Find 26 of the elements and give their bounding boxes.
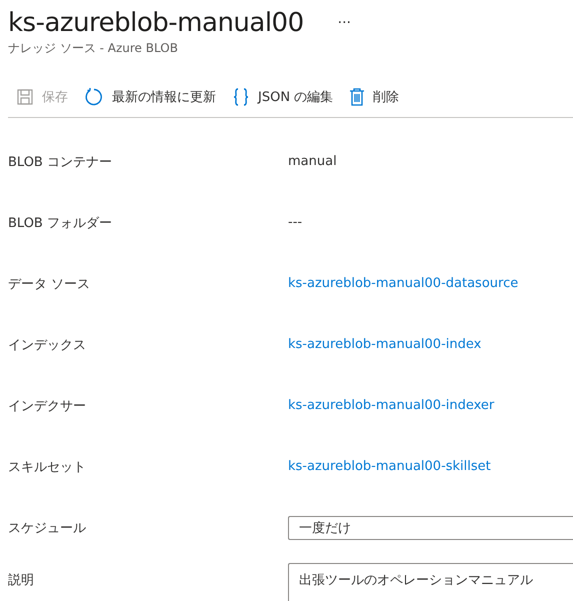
edit-json-button[interactable]: JSON の編集 (232, 85, 334, 109)
field-label: スキルセット (8, 458, 87, 476)
field-label: BLOB フォルダー (8, 214, 113, 232)
resource-link[interactable]: ks-azureblob-manual00-skillset (288, 459, 491, 474)
delete-button[interactable]: 削除 (349, 85, 400, 109)
field-label: BLOB コンテナー (8, 154, 113, 170)
resource-link[interactable]: ks-azureblob-manual00-datasource (288, 276, 518, 291)
refresh-button[interactable]: 最新の情報に更新 (84, 85, 216, 109)
braces-icon (232, 87, 250, 107)
trash-icon (349, 87, 366, 107)
field-label: スケジュール (8, 520, 87, 536)
field-label: データ ソース (8, 276, 92, 292)
field-label: インデックス (8, 336, 87, 354)
field-value: --- (288, 215, 302, 230)
description-field[interactable]: 出張ツールのオペレーションマニュアル (288, 563, 573, 601)
schedule-dropdown[interactable]: 一度だけ (288, 516, 573, 540)
page-subtitle: ナレッジ ソース - Azure BLOB (8, 40, 179, 57)
field-value: manual (288, 154, 337, 169)
page-title: ks-azureblob-manual00 (8, 8, 304, 38)
field-label: インデクサー (8, 398, 87, 414)
refresh-icon (84, 87, 104, 107)
resource-link[interactable]: ks-azureblob-manual00-index (288, 337, 482, 352)
more-button[interactable]: ··· (334, 15, 355, 31)
save-icon (16, 88, 34, 106)
field-label: 説明 (8, 572, 35, 589)
resource-link[interactable]: ks-azureblob-manual00-indexer (288, 398, 494, 413)
